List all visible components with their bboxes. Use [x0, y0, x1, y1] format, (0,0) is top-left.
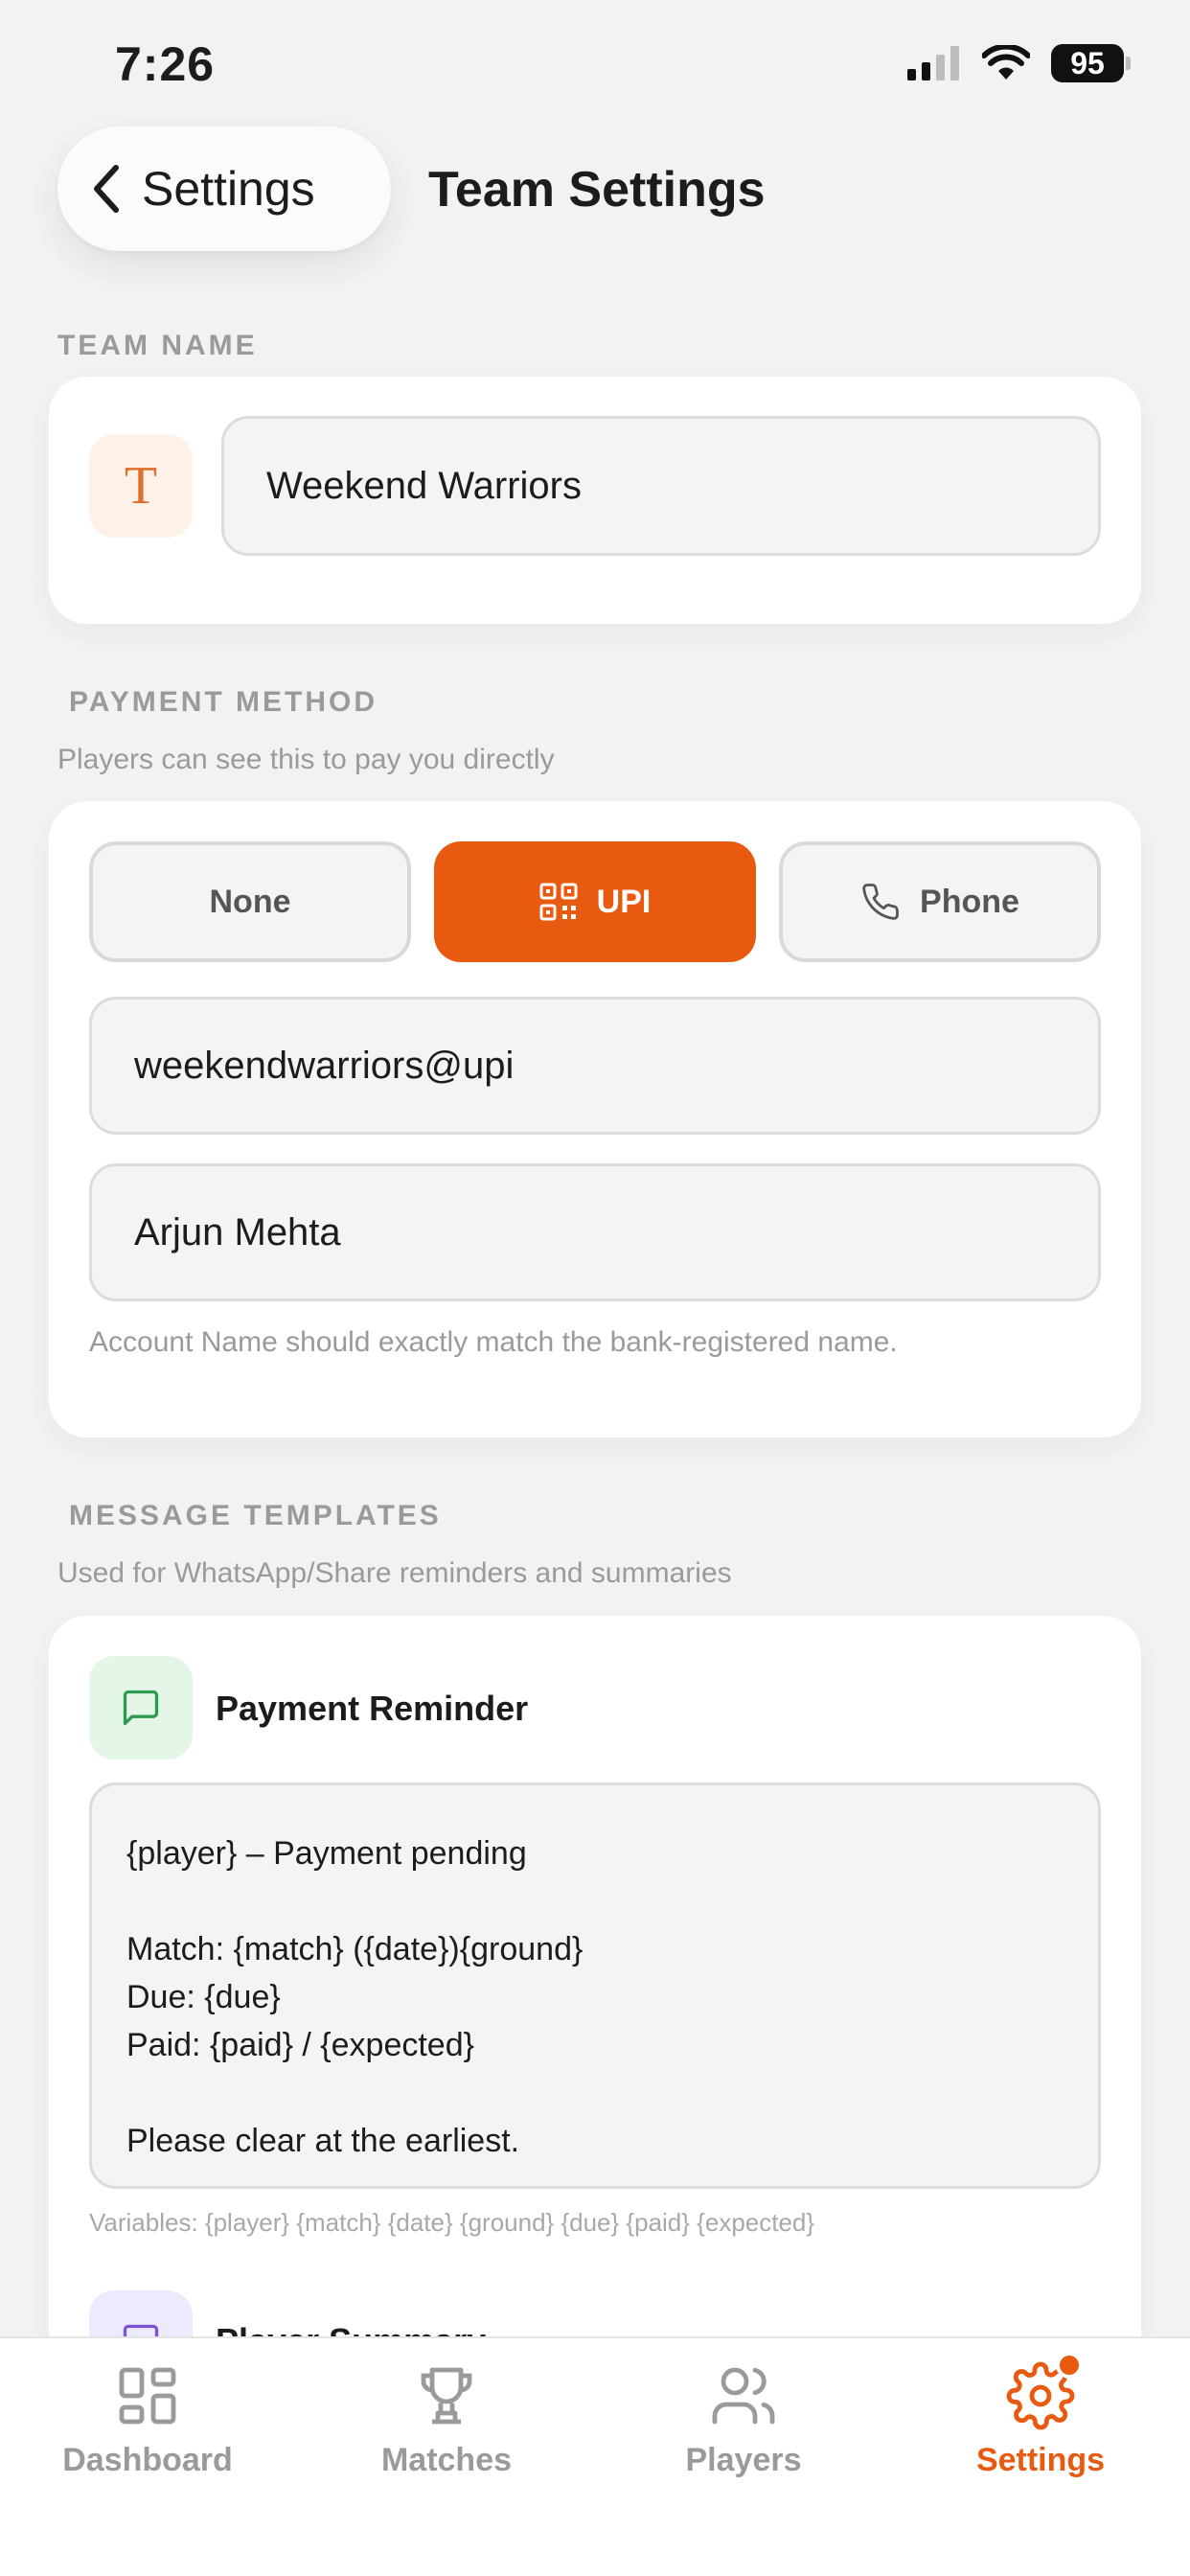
team-name-input[interactable]: Weekend Warriors	[221, 416, 1101, 556]
back-button[interactable]: Settings	[57, 126, 391, 251]
qr-code-icon	[539, 883, 578, 921]
payment-option-none-label: None	[209, 883, 291, 920]
upi-id-input[interactable]: weekendwarriors@upi	[89, 997, 1101, 1135]
tab-matches-label: Matches	[380, 2442, 513, 2478]
tab-settings-label: Settings	[975, 2442, 1106, 2478]
signal-icon	[907, 46, 959, 80]
settings-tab-icon-wrap	[1006, 2352, 1083, 2430]
tab-dashboard-label: Dashboard	[62, 2442, 233, 2478]
status-time: 7:26	[115, 37, 216, 91]
tab-players-label: Players	[685, 2442, 802, 2478]
back-button-label: Settings	[142, 162, 315, 216]
users-icon	[712, 2367, 775, 2425]
wifi-icon	[982, 45, 1030, 80]
team-name-card: T Weekend Warriors	[49, 377, 1141, 624]
trophy-icon	[421, 2367, 472, 2425]
payment-option-phone-label: Phone	[920, 883, 1019, 920]
team-avatar-letter: T	[124, 456, 158, 516]
page-title: Team Settings	[428, 162, 766, 218]
payment-option-none[interactable]: None	[89, 841, 411, 962]
account-name-hint: Account Name should exactly match the ba…	[89, 1326, 898, 1358]
payment-reminder-icon-tile	[89, 1656, 193, 1760]
payment-method-card: None UPI Phone weekendwarriors@upi Arjun…	[49, 801, 1141, 1438]
message-square-icon	[123, 1690, 159, 1726]
tab-bar: Dashboard Matches Players Settings	[0, 2336, 1190, 2576]
tab-dashboard[interactable]: Dashboard	[4, 2361, 291, 2479]
tab-players[interactable]: Players	[600, 2361, 887, 2479]
payment-option-phone[interactable]: Phone	[779, 841, 1101, 962]
chevron-left-icon	[94, 165, 119, 213]
team-avatar: T	[89, 434, 193, 538]
payment-reminder-template-input[interactable]: {player} – Payment pending Match: {match…	[89, 1782, 1101, 2189]
payment-reminder-title: Payment Reminder	[216, 1689, 529, 1728]
team-name-section-label: TEAM NAME	[57, 330, 258, 361]
payment-reminder-variables: Variables: {player} {match} {date} {grou…	[89, 2208, 815, 2237]
status-icons: 95	[907, 44, 1131, 82]
message-templates-section-label: MESSAGE TEMPLATES	[69, 1500, 442, 1531]
battery-icon: 95	[1051, 44, 1131, 82]
payment-option-upi-label: UPI	[596, 883, 652, 920]
notification-dot	[1056, 2352, 1083, 2379]
tab-settings[interactable]: Settings	[897, 2352, 1184, 2479]
account-name-input[interactable]: Arjun Mehta	[89, 1163, 1101, 1301]
phone-icon	[862, 884, 899, 920]
message-templates-subtitle: Used for WhatsApp/Share reminders and su…	[57, 1557, 732, 1589]
battery-level: 95	[1051, 44, 1124, 82]
grid-icon	[119, 2367, 176, 2425]
payment-method-subtitle: Players can see this to pay you directly	[57, 744, 555, 775]
payment-option-upi[interactable]: UPI	[434, 841, 756, 962]
payment-method-section-label: PAYMENT METHOD	[69, 686, 378, 718]
tab-matches[interactable]: Matches	[303, 2361, 590, 2479]
